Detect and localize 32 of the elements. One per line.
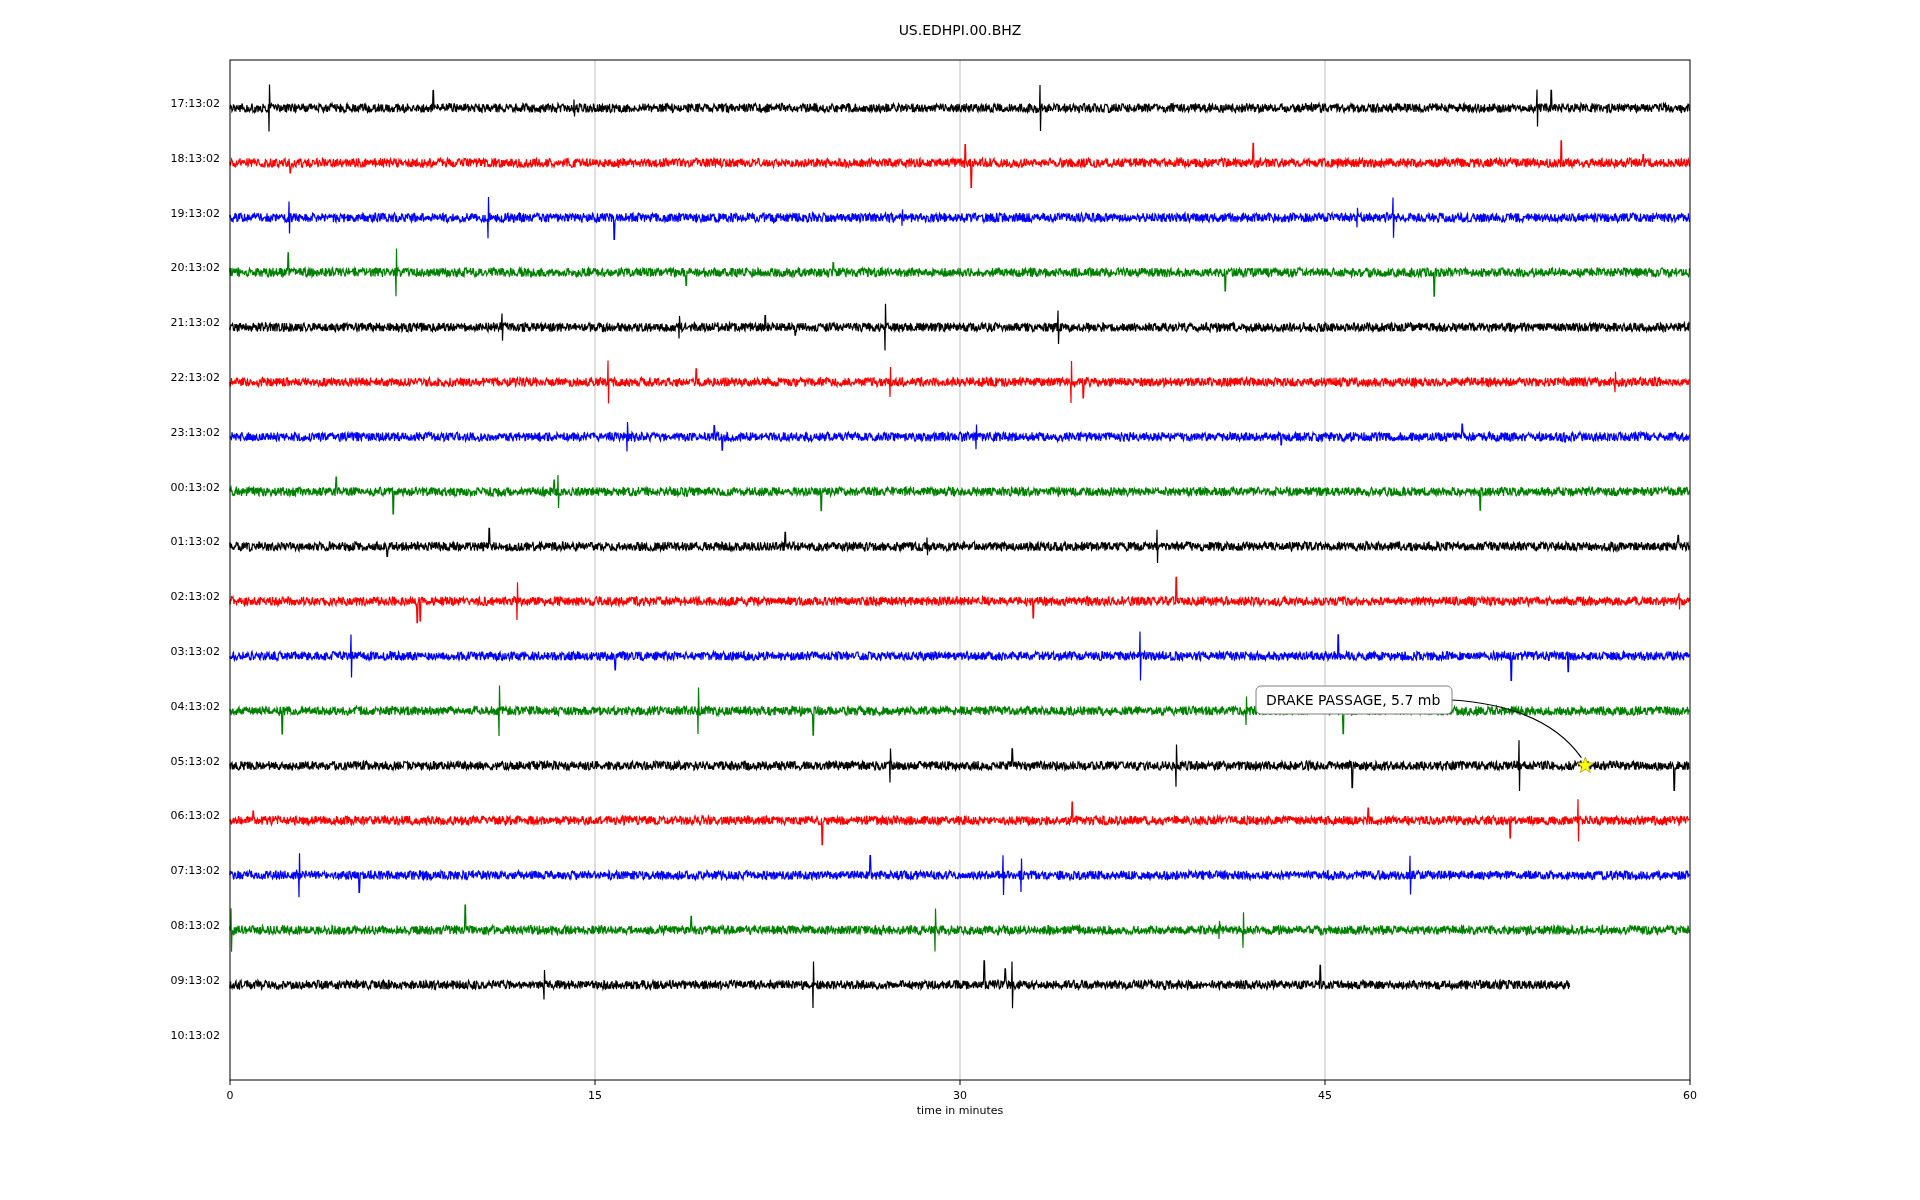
x-tick-label: 0 xyxy=(226,1089,234,1102)
y-tick-label: 05:13:02 xyxy=(170,754,220,768)
y-tick-label: 08:13:02 xyxy=(170,919,220,932)
y-tick-label: 04:13:02 xyxy=(170,699,220,713)
y-tick-label: 23:13:02 xyxy=(170,425,220,439)
y-tick-label: 03:13:02 xyxy=(170,645,220,658)
star-icon xyxy=(1576,756,1594,773)
y-tick-label: 00:13:02 xyxy=(170,480,220,494)
x-tick-label: 30 xyxy=(953,1089,967,1102)
y-tick-label: 06:13:02 xyxy=(170,809,220,823)
tick-mark xyxy=(594,1079,596,1086)
y-tick-label: 17:13:02 xyxy=(170,97,220,110)
y-tick-label: 21:13:02 xyxy=(170,316,220,330)
y-tick-label: 02:13:02 xyxy=(170,590,220,604)
y-tick-label: 01:13:02 xyxy=(170,535,220,549)
y-tick-label: 07:13:02 xyxy=(170,864,220,878)
plot-title: US.EDHPI.00.BHZ xyxy=(898,22,1022,38)
y-tick-label: 22:13:02 xyxy=(170,371,220,384)
y-tick-label: 19:13:02 xyxy=(170,206,220,220)
y-tick-label: 18:13:02 xyxy=(170,151,220,165)
x-axis-label: time in minutes xyxy=(916,1104,1004,1117)
annotation-text: DRAKE PASSAGE, 5.7 mb xyxy=(1266,692,1441,708)
x-tick-label: 45 xyxy=(1318,1089,1332,1102)
tick-mark xyxy=(959,1079,961,1086)
y-tick-label: 10:13:02 xyxy=(170,1028,220,1042)
tick-mark xyxy=(229,1079,231,1086)
x-tick-label: 15 xyxy=(588,1089,602,1102)
x-tick-label: 60 xyxy=(1683,1089,1697,1102)
tick-mark xyxy=(1689,1079,1691,1086)
y-tick-label: 20:13:02 xyxy=(170,261,220,275)
tick-mark xyxy=(1324,1079,1326,1086)
y-tick-label: 09:13:02 xyxy=(170,973,220,987)
